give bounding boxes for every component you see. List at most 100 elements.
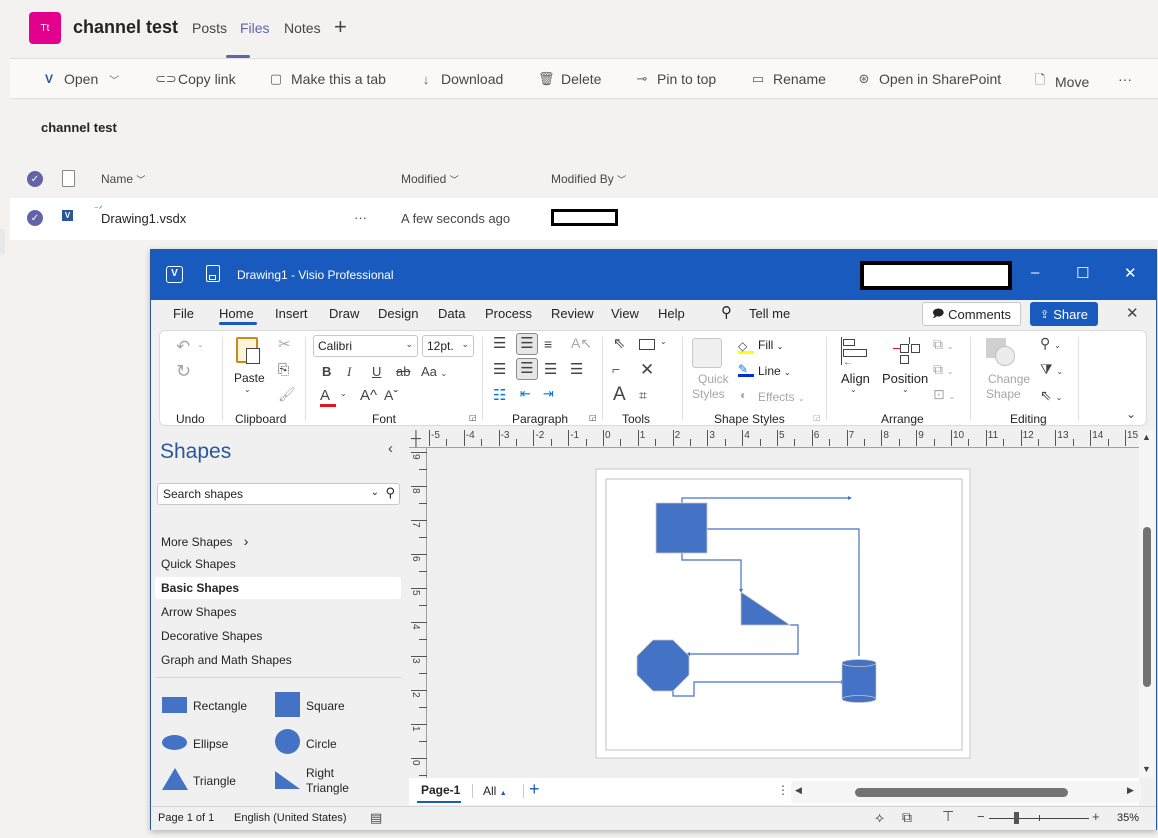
menu-help[interactable]: Help <box>658 306 685 321</box>
effects-button[interactable]: Effects ⌄ <box>758 390 805 404</box>
close-window-button[interactable]: ✕ <box>1124 264 1137 282</box>
align-right-icon[interactable]: ☰ <box>544 360 557 378</box>
accessibility-icon[interactable]: ▤ <box>370 810 382 826</box>
delete-button[interactable]: 🗑 Delete <box>538 71 601 87</box>
align-center-icon[interactable]: ☰ <box>516 358 538 380</box>
search-icon[interactable]: ⚲ <box>721 303 732 321</box>
scroll-up-icon[interactable]: ▲ <box>1142 432 1151 442</box>
change-shape-button-line2[interactable]: Shape <box>986 387 1021 401</box>
font-name-select[interactable]: Calibri ⌄ <box>313 335 418 357</box>
menu-data[interactable]: Data <box>438 306 465 321</box>
close-ribbon-button[interactable]: ✕ <box>1126 304 1139 322</box>
maximize-button[interactable]: ☐ <box>1076 264 1089 282</box>
search-shapes-input[interactable]: Search shapes ⌄ ⚲ <box>157 483 400 505</box>
increase-indent-icon[interactable]: ⇥ <box>543 386 554 402</box>
zoom-level[interactable]: 35% <box>1117 812 1139 824</box>
menu-view[interactable]: View <box>611 306 639 321</box>
rename-button[interactable]: ▭ Rename <box>750 71 826 87</box>
more-shapes-button[interactable]: More Shapes › <box>161 533 248 549</box>
horizontal-scroll-thumb[interactable] <box>855 788 1068 797</box>
rectangle-tool-icon[interactable] <box>639 339 655 350</box>
diagram-square[interactable] <box>655 502 708 554</box>
underline-button[interactable]: U <box>372 364 381 379</box>
download-button[interactable]: ↓ Download <box>418 71 504 87</box>
page-tab-page-1[interactable]: Page-1 <box>421 783 460 797</box>
menu-insert[interactable]: Insert <box>275 306 308 321</box>
make-tab-button[interactable]: ▢ Make this a tab <box>268 71 386 87</box>
send-backward-icon[interactable]: ⧉ ⌄ <box>933 361 954 378</box>
column-name[interactable]: Name ﹀ <box>101 172 145 186</box>
line-icon[interactable]: ✎ <box>738 362 754 377</box>
connector-tool-icon[interactable]: ⌐ <box>612 361 620 377</box>
column-modified[interactable]: Modified ﹀ <box>401 172 459 186</box>
scroll-left-icon[interactable]: ◀ <box>795 785 802 796</box>
change-shape-icon[interactable] <box>986 338 1016 368</box>
chevron-down-icon[interactable]: ⌄ <box>371 487 379 498</box>
stencil-quick-shapes[interactable]: Quick Shapes <box>161 557 236 571</box>
horizontal-scrollbar[interactable]: ◀ ▶ <box>791 781 1141 803</box>
open-button[interactable]: V Open ﹀ <box>41 71 119 87</box>
text-direction-icon[interactable]: A↖ <box>571 335 592 352</box>
find-icon[interactable]: ⚲ ⌄ <box>1040 335 1061 352</box>
language-status[interactable]: English (United States) <box>234 812 347 824</box>
page-number-status[interactable]: Page 1 of 1 <box>158 812 214 824</box>
align-top-icon[interactable]: ☰ <box>493 334 506 352</box>
switch-windows-icon[interactable]: ⧉ <box>902 809 912 826</box>
chevron-down-icon[interactable]: ⌄ <box>660 337 667 346</box>
copy-icon[interactable]: ⎘ <box>278 361 289 378</box>
change-case-button[interactable]: Aa ⌄ <box>421 364 447 379</box>
grow-font-button[interactable]: A^ <box>360 387 377 404</box>
pointer-tool-icon[interactable]: ⇖ <box>613 334 626 352</box>
select-icon[interactable]: ⇖ ⌄ <box>1040 387 1062 404</box>
menu-file[interactable]: File <box>173 306 194 321</box>
menu-home[interactable]: Home <box>219 306 254 321</box>
fill-icon[interactable]: ◇ <box>738 339 754 354</box>
bold-button[interactable]: B <box>322 364 331 379</box>
scroll-right-icon[interactable]: ▶ <box>1127 785 1134 796</box>
tab-files[interactable]: Files <box>240 20 270 36</box>
connection-point-icon[interactable]: ✕ <box>640 360 654 380</box>
align-icon[interactable]: ← <box>841 337 869 368</box>
paste-icon[interactable] <box>236 337 260 364</box>
chevron-down-icon[interactable]: ⌄ <box>244 385 251 394</box>
copy-link-button[interactable]: ⊂⊃ Copy link <box>155 71 236 87</box>
cut-icon[interactable]: ✂ <box>278 335 291 353</box>
menu-process[interactable]: Process <box>485 306 532 321</box>
open-in-sharepoint-button[interactable]: ⊛ Open in SharePoint <box>856 71 1002 87</box>
team-avatar[interactable]: Tt <box>29 12 61 44</box>
diagram-octagon[interactable] <box>636 639 690 692</box>
tab-split-handle[interactable]: ⋮ <box>777 783 789 797</box>
align-middle-icon[interactable]: ☰ <box>516 333 538 355</box>
chevron-down-icon[interactable]: ⌄ <box>850 385 857 394</box>
add-tab-button[interactable]: + <box>334 14 347 40</box>
paste-button[interactable]: Paste <box>234 371 265 385</box>
zoom-out-button[interactable]: − <box>977 809 985 824</box>
move-button[interactable]: 🗋 Move <box>1032 71 1089 93</box>
zoom-slider-track[interactable] <box>989 812 1089 824</box>
quick-styles-icon[interactable] <box>692 338 722 368</box>
all-pages-button[interactable]: All ▲ <box>483 784 507 798</box>
stencil-arrow-shapes[interactable]: Arrow Shapes <box>161 605 236 619</box>
strikethrough-button[interactable]: ab <box>396 364 410 379</box>
tell-me-search[interactable]: Tell me <box>749 306 790 321</box>
quick-styles-button-line2[interactable]: Styles <box>692 387 725 401</box>
select-all-checkbox[interactable]: ✓ <box>27 171 43 187</box>
tab-notes[interactable]: Notes <box>284 20 321 36</box>
zoom-in-button[interactable]: + <box>1092 809 1100 824</box>
paragraph-dialog-launcher[interactable]: ◲ <box>589 413 597 422</box>
ribbon-expand-icon[interactable]: ⌄ <box>1126 407 1136 421</box>
vertical-scrollbar[interactable]: ▲ ▼ <box>1139 430 1155 778</box>
decrease-indent-icon[interactable]: ⇤ <box>520 386 531 402</box>
shape-styles-dialog-launcher[interactable]: ◲ <box>813 413 821 422</box>
position-button[interactable]: Position <box>882 371 928 386</box>
menu-design[interactable]: Design <box>378 306 418 321</box>
fit-page-icon[interactable]: ⟡ <box>875 809 884 826</box>
align-left-icon[interactable]: ☰ <box>493 360 506 378</box>
effects-icon[interactable]: ◐ <box>740 388 747 402</box>
save-icon[interactable] <box>206 265 220 282</box>
text-tool-icon[interactable]: A <box>613 384 626 406</box>
position-icon[interactable] <box>893 337 923 367</box>
italic-button[interactable]: I <box>347 364 351 380</box>
justify-icon[interactable]: ☰ <box>570 360 583 378</box>
chevron-down-icon[interactable]: ⌄ <box>340 389 347 398</box>
